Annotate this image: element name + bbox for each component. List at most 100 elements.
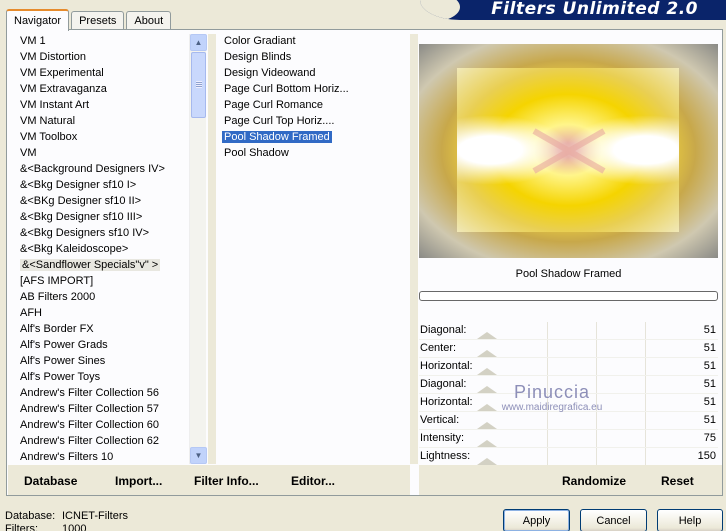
- tab-presets[interactable]: Presets: [71, 11, 125, 30]
- tab-navigator[interactable]: Navigator: [6, 9, 70, 31]
- category-item-label: AFH: [20, 307, 42, 319]
- category-item[interactable]: VM Extravaganza: [13, 81, 185, 97]
- category-item[interactable]: VM Toolbox: [13, 129, 185, 145]
- editor-button[interactable]: Editor...: [291, 474, 335, 488]
- filter-item-label: Color Gradiant: [224, 35, 296, 47]
- effect-name: Pool Shadow Framed: [515, 268, 622, 280]
- filter-item-label: Design Videowand: [224, 67, 316, 79]
- filter-item[interactable]: Page Curl Romance: [220, 97, 410, 113]
- category-item[interactable]: Andrew's Filter Collection 56: [13, 385, 185, 401]
- filter-item[interactable]: Design Blinds: [220, 49, 410, 65]
- category-item-label: Alf's Power Sines: [20, 355, 106, 367]
- slider-thumb-icon[interactable]: [477, 440, 497, 447]
- scroll-down-icon[interactable]: ▼: [190, 447, 207, 464]
- watermark-url: www.maidiregrafica.eu: [501, 402, 603, 413]
- watermark: Pinuccia www.maidiregrafica.eu: [477, 382, 627, 413]
- slider-thumb-icon[interactable]: [477, 458, 497, 465]
- param-label: Diagonal:: [420, 378, 467, 390]
- scroll-thumb[interactable]: [191, 52, 206, 118]
- category-item[interactable]: Alf's Power Toys: [13, 369, 185, 385]
- category-item[interactable]: Andrew's Filter Collection 60: [13, 417, 185, 433]
- category-item[interactable]: VM Experimental: [13, 65, 185, 81]
- reset-button[interactable]: Reset: [661, 474, 694, 488]
- category-item[interactable]: &<Bkg Kaleidoscope>: [13, 241, 185, 257]
- category-item-label: Andrew's Filters 10: [20, 451, 114, 463]
- help-button[interactable]: Help: [657, 509, 723, 531]
- category-item-label: &<Bkg Kaleidoscope>: [20, 243, 129, 255]
- param-value: 51: [703, 414, 716, 426]
- filter-item-label: Pool Shadow Framed: [222, 131, 332, 143]
- tab-about[interactable]: About: [126, 11, 172, 30]
- filter-info-button[interactable]: Filter Info...: [194, 474, 259, 488]
- param-value: 51: [703, 360, 716, 372]
- category-item-label: VM Natural: [20, 115, 76, 127]
- param-value: 75: [703, 432, 716, 444]
- category-item[interactable]: &<Sandflower Specials"v" >: [13, 257, 185, 273]
- category-item-label: VM: [20, 147, 37, 159]
- category-item[interactable]: VM: [13, 145, 185, 161]
- randomize-button[interactable]: Randomize: [562, 474, 626, 488]
- category-item[interactable]: Andrew's Filter Collection 57: [13, 401, 185, 417]
- param-slider-row[interactable]: Horizontal: 51: [419, 358, 718, 376]
- preview-pattern: [532, 128, 606, 174]
- category-list[interactable]: VM 1 VM Distortion VM Experimental VM Extra…: [13, 33, 185, 465]
- filter-item[interactable]: Pool Shadow: [220, 145, 410, 161]
- slider-track: [499, 358, 688, 375]
- category-item[interactable]: &<Background Designers IV>: [13, 161, 185, 177]
- apply-button[interactable]: Apply: [503, 509, 570, 531]
- filter-item-label: Pool Shadow: [224, 147, 289, 159]
- category-item[interactable]: [AFS IMPORT]: [13, 273, 185, 289]
- slider-track: [499, 430, 688, 447]
- category-item-label: &<Bkg Designer sf10 III>: [20, 211, 143, 223]
- category-item-label: Andrew's Filter Collection 57: [20, 403, 160, 415]
- filter-item[interactable]: Design Videowand: [220, 65, 410, 81]
- category-item[interactable]: Alf's Border FX: [13, 321, 185, 337]
- slider-track: [499, 448, 688, 465]
- category-item[interactable]: AB Filters 2000: [13, 289, 185, 305]
- category-item-label: &<Bkg Designers sf10 IV>: [20, 227, 150, 239]
- cancel-button[interactable]: Cancel: [580, 509, 647, 531]
- slider-thumb-icon[interactable]: [477, 350, 497, 357]
- category-item[interactable]: &<Bkg Designers sf10 IV>: [13, 225, 185, 241]
- category-item[interactable]: &<Bkg Designer sf10 III>: [13, 209, 185, 225]
- category-item[interactable]: VM Distortion: [13, 49, 185, 65]
- filter-item[interactable]: Color Gradiant: [220, 33, 410, 49]
- param-slider-row[interactable]: Center: 51: [419, 340, 718, 358]
- slider-track: [499, 412, 688, 429]
- category-item-label: Alf's Power Toys: [20, 371, 101, 383]
- param-slider-row[interactable]: Vertical: 51: [419, 412, 718, 430]
- filters-label: Filters:: [5, 523, 38, 531]
- category-item[interactable]: VM Instant Art: [13, 97, 185, 113]
- category-item[interactable]: Alf's Power Grads: [13, 337, 185, 353]
- filter-item-label: Page Curl Top Horiz....: [224, 115, 335, 127]
- filter-list[interactable]: Color Gradiant Design Blinds Design Videow…: [220, 33, 410, 161]
- category-item[interactable]: AFH: [13, 305, 185, 321]
- category-item[interactable]: Andrew's Filters 10: [13, 449, 185, 465]
- param-slider-row[interactable]: Diagonal: 51: [419, 322, 718, 340]
- category-item[interactable]: VM 1: [13, 33, 185, 49]
- param-slider-row[interactable]: Intensity: 75: [419, 430, 718, 448]
- category-item[interactable]: Andrew's Filter Collection 62: [13, 433, 185, 449]
- category-item-label: &<Sandflower Specials"v" >: [20, 259, 161, 271]
- category-item[interactable]: &<Bkg Designer sf10 I>: [13, 177, 185, 193]
- filter-item-label: Page Curl Bottom Horiz...: [224, 83, 349, 95]
- category-item[interactable]: VM Natural: [13, 113, 185, 129]
- param-label: Horizontal:: [420, 360, 473, 372]
- slider-thumb-icon[interactable]: [477, 332, 497, 339]
- category-scrollbar[interactable]: ▲ ▼: [189, 34, 207, 464]
- scroll-up-icon[interactable]: ▲: [190, 34, 207, 51]
- filter-item[interactable]: Page Curl Top Horiz....: [220, 113, 410, 129]
- category-item[interactable]: Alf's Power Sines: [13, 353, 185, 369]
- filter-item-label: Page Curl Romance: [224, 99, 324, 111]
- category-item-label: VM Extravaganza: [20, 83, 107, 95]
- category-item[interactable]: &<BKg Designer sf10 II>: [13, 193, 185, 209]
- slider-thumb-icon[interactable]: [477, 422, 497, 429]
- import-button[interactable]: Import...: [115, 474, 162, 488]
- param-slider-row[interactable]: Lightness: 150: [419, 448, 718, 466]
- filter-item[interactable]: Page Curl Bottom Horiz...: [220, 81, 410, 97]
- database-button[interactable]: Database: [24, 474, 77, 488]
- status-area: Database: ICNET-Filters Filters: 1000: [5, 510, 128, 531]
- filter-item[interactable]: Pool Shadow Framed: [220, 129, 410, 145]
- panel-divider: [410, 34, 418, 464]
- slider-thumb-icon[interactable]: [477, 368, 497, 375]
